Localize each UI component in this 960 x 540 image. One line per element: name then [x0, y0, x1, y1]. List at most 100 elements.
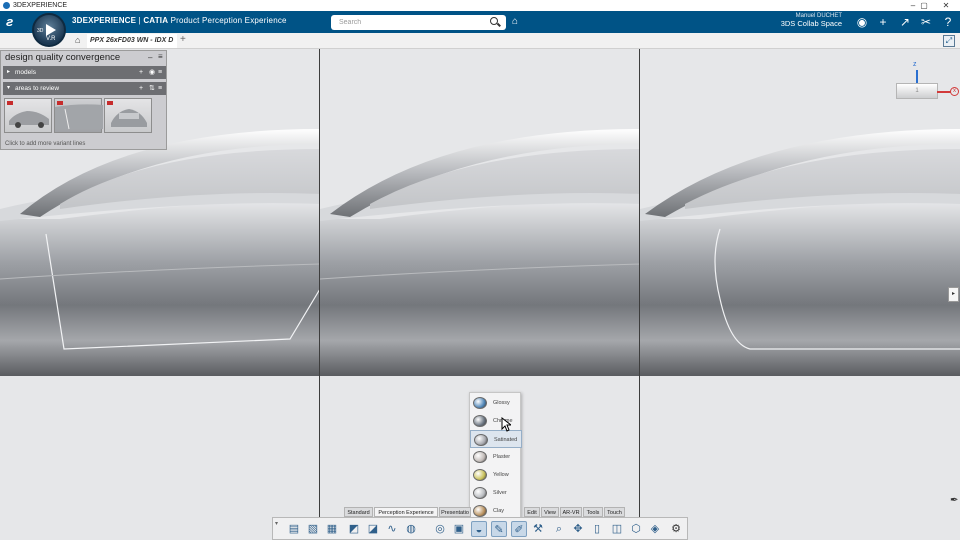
- tab-edit[interactable]: Edit: [524, 507, 540, 517]
- tools-icon[interactable]: ✂: [919, 15, 933, 29]
- fullscreen-icon[interactable]: ⤢: [943, 35, 955, 47]
- app-logo-icon: [3, 2, 10, 9]
- tag-icon[interactable]: ⌂: [512, 16, 518, 27]
- material-label: Yellow: [493, 472, 509, 478]
- compass-widget[interactable]: 3D V.R: [32, 13, 66, 47]
- material-item-silver[interactable]: Silver: [470, 484, 522, 502]
- tab-row: ⌂ PPX 26xFD03 WN - IDX D + ⤢: [0, 33, 960, 49]
- measure-icon[interactable]: ⚒: [530, 521, 546, 537]
- tab-document[interactable]: PPX 26xFD03 WN - IDX D: [87, 34, 177, 48]
- zoom-icon[interactable]: ⌕: [551, 521, 567, 537]
- section-icon[interactable]: ◫: [609, 521, 625, 537]
- tab-perception-experience[interactable]: Perception Experience: [374, 507, 438, 517]
- silver-material-icon: [473, 487, 487, 499]
- light-icon[interactable]: ✐: [511, 521, 527, 537]
- list-icon[interactable]: ≡: [158, 66, 162, 79]
- material-label: Glossy: [493, 400, 510, 406]
- selection-marker: [7, 101, 13, 105]
- sync-icon[interactable]: ◉: [149, 66, 155, 79]
- environment-icon[interactable]: ◎: [432, 521, 448, 537]
- explode-icon[interactable]: ✥: [570, 521, 586, 537]
- tab-standard[interactable]: Standard: [344, 507, 373, 517]
- play-icon: [46, 24, 56, 36]
- search-icon[interactable]: [490, 17, 498, 25]
- models-row[interactable]: ▸ models + ◉ ≡: [3, 66, 166, 79]
- expand-arrow-icon[interactable]: ▸: [7, 66, 10, 79]
- triad-cube[interactable]: 1: [896, 83, 938, 99]
- search-input[interactable]: [331, 15, 506, 30]
- paint-icon[interactable]: ✎: [491, 521, 507, 537]
- selection-marker: [107, 101, 113, 105]
- area-thumbnail[interactable]: [54, 98, 103, 133]
- window-titlebar: 3DEXPERIENCE – ▢ ✕: [0, 0, 960, 11]
- help-icon[interactable]: ?: [941, 15, 955, 29]
- material-icon[interactable]: ◒: [471, 521, 487, 537]
- properties-icon[interactable]: ▤: [286, 521, 302, 537]
- add-icon[interactable]: +: [139, 82, 143, 95]
- clay-material-icon: [473, 505, 487, 517]
- material-label: Silver: [493, 490, 507, 496]
- minimize-icon[interactable]: –: [148, 53, 152, 62]
- side-panel-handle[interactable]: ▸: [948, 287, 959, 302]
- display-icon[interactable]: ◪: [365, 521, 381, 537]
- glossy-material-icon: [473, 397, 487, 409]
- chrome-material-icon: [473, 415, 487, 427]
- material-item-plaster[interactable]: Plaster: [470, 448, 522, 466]
- tab-tools[interactable]: Tools: [583, 507, 603, 517]
- area-thumbnail[interactable]: [104, 98, 152, 133]
- tab-touch[interactable]: Touch: [604, 507, 625, 517]
- curve-icon[interactable]: ∿: [384, 521, 400, 537]
- area-thumbnail[interactable]: [4, 98, 52, 133]
- top-bar: ƨ 3DEXPERIENCE | CATIA Product Perceptio…: [0, 11, 960, 37]
- list-icon[interactable]: ≡: [158, 82, 162, 95]
- viewport-3[interactable]: [640, 49, 960, 540]
- satinated-material-icon: [474, 434, 488, 446]
- triad-x-axis[interactable]: [937, 91, 951, 93]
- material-menu[interactable]: Glossy Chrome Satinated Plaster Yellow S…: [469, 392, 522, 520]
- brand-title: 3DEXPERIENCE | CATIA Product Perception …: [72, 16, 287, 25]
- home-icon[interactable]: ⌂: [75, 35, 80, 45]
- panel-title: design quality convergence: [5, 52, 121, 63]
- yellow-material-icon: [473, 469, 487, 481]
- menu-icon[interactable]: ≡: [158, 52, 163, 61]
- car-render-3: [640, 129, 960, 540]
- material-item-satinated[interactable]: Satinated: [470, 430, 522, 448]
- view-cube-icon[interactable]: ⬡: [628, 521, 644, 537]
- compass-version: V.R: [46, 36, 56, 42]
- material-label: Plaster: [493, 454, 511, 460]
- areas-label: areas to review: [15, 85, 60, 92]
- material-item-glossy[interactable]: Glossy: [470, 394, 522, 412]
- design-quality-panel[interactable]: design quality convergence – ≡ ▸ models …: [0, 50, 167, 150]
- material-label: Satinated: [494, 437, 518, 443]
- filter-icon[interactable]: ▯: [589, 521, 605, 537]
- maximize-button[interactable]: ▢: [913, 0, 935, 11]
- plus-icon[interactable]: +: [876, 15, 890, 29]
- sort-icon[interactable]: ⇅: [149, 82, 155, 95]
- ds-logo-icon[interactable]: ƨ: [6, 14, 13, 29]
- tab-ar-vr[interactable]: AR-VR: [560, 507, 582, 517]
- pen-icon[interactable]: ✒: [950, 495, 958, 506]
- collapse-arrow-icon[interactable]: ▾: [7, 82, 10, 95]
- tab-view[interactable]: View: [541, 507, 559, 517]
- compass-3d-label: 3D: [37, 28, 44, 34]
- shade-icon[interactable]: ◩: [346, 521, 362, 537]
- settings-icon[interactable]: ⚙: [668, 521, 684, 537]
- user-icon[interactable]: ◉: [855, 15, 869, 29]
- table-icon[interactable]: ▦: [324, 521, 340, 537]
- sphere-icon[interactable]: ◍: [403, 521, 419, 537]
- action-bar[interactable]: ▾ ▤ ▧ ▦ ◩ ◪ ∿ ◍ ◎ ▣ ◒ ✎ ✐ ⚒ ⌕ ✥ ▯ ◫ ⬡ ◈ …: [272, 517, 688, 540]
- material-item-yellow[interactable]: Yellow: [470, 466, 522, 484]
- add-icon[interactable]: +: [139, 66, 143, 79]
- render-icon[interactable]: ◈: [647, 521, 663, 537]
- layer-icon[interactable]: ▧: [305, 521, 321, 537]
- share-icon[interactable]: ↗: [898, 15, 912, 29]
- add-tab-button[interactable]: +: [180, 34, 186, 45]
- tab-presentation[interactable]: Presentatio: [439, 507, 471, 517]
- grip-icon[interactable]: ▾: [275, 520, 278, 527]
- areas-row[interactable]: ▾ areas to review + ⇅ ≡: [3, 82, 166, 95]
- add-variant-link[interactable]: Click to add more variant lines: [5, 141, 85, 147]
- material-item-chrome[interactable]: Chrome: [470, 412, 522, 430]
- triad-x-label: x: [950, 87, 959, 96]
- close-button[interactable]: ✕: [935, 0, 957, 11]
- catalog-icon[interactable]: ▣: [451, 521, 467, 537]
